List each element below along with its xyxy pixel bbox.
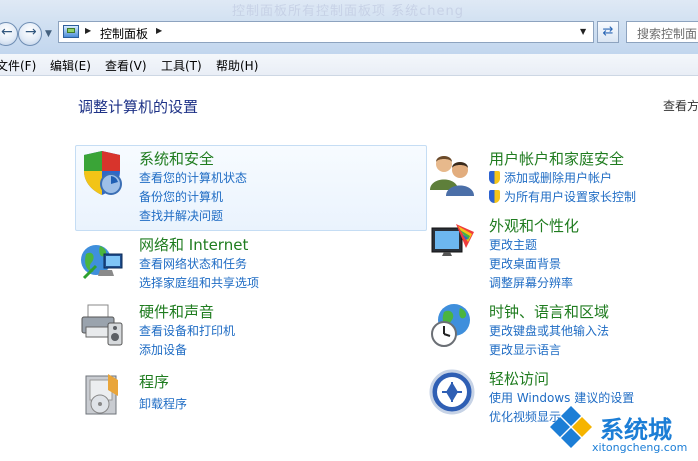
- page-title: 调整计算机的设置: [78, 98, 199, 116]
- menu-help[interactable]: 帮助(H): [216, 57, 258, 74]
- address-dropdown-icon[interactable]: ▼: [580, 27, 586, 36]
- menu-tools[interactable]: 工具(T): [161, 57, 202, 74]
- logo-url: xitongcheng.com: [592, 441, 688, 454]
- refresh-icon: ⇄: [602, 24, 614, 39]
- category-hardware-sound[interactable]: 硬件和声音: [139, 301, 214, 322]
- background-watermark: 控制面板所有控制面板项 系统cheng: [232, 4, 465, 19]
- link-troubleshoot[interactable]: 查找并解决问题: [139, 207, 223, 224]
- breadcrumb-separator-icon[interactable]: ▶: [85, 26, 91, 35]
- uac-shield-icon: [489, 171, 500, 184]
- link-parental-controls[interactable]: 为所有用户设置家长控制: [489, 188, 636, 205]
- category-user-accounts[interactable]: 用户帐户和家庭安全: [489, 148, 624, 169]
- link-uninstall-program[interactable]: 卸载程序: [139, 395, 187, 412]
- recent-pages-dropdown-icon[interactable]: ▼: [45, 29, 52, 39]
- link-backup-computer[interactable]: 备份您的计算机: [139, 188, 223, 205]
- menu-bar: 文件(F) 编辑(E) 查看(V) 工具(T) 帮助(H): [0, 54, 698, 76]
- category-network[interactable]: 网络和 Internet: [139, 234, 248, 255]
- appearance-monitor-icon[interactable]: [428, 218, 476, 266]
- breadcrumb-control-panel[interactable]: 控制面板: [100, 25, 148, 42]
- link-change-theme[interactable]: 更改主题: [489, 236, 537, 253]
- link-homegroup-sharing[interactable]: 选择家庭组和共享选项: [139, 274, 259, 291]
- link-add-remove-accounts-label: 添加或删除用户帐户: [504, 171, 613, 185]
- link-parental-controls-label: 为所有用户设置家长控制: [504, 190, 637, 204]
- clock-globe-icon[interactable]: [428, 300, 476, 348]
- title-bar: 控制面板所有控制面板项 系统cheng ← → ▼ ▶ 控制面板 ▶ ▼ ⇄ 搜…: [0, 0, 698, 54]
- category-programs[interactable]: 程序: [139, 371, 169, 392]
- xitongcheng-logo-icon: [550, 406, 592, 448]
- printer-hardware-icon[interactable]: [78, 301, 126, 349]
- category-appearance[interactable]: 外观和个性化: [489, 215, 579, 236]
- back-button[interactable]: ←: [0, 22, 18, 46]
- forward-button[interactable]: →: [18, 22, 42, 46]
- back-arrow-icon: ←: [1, 24, 13, 40]
- link-check-computer-status[interactable]: 查看您的计算机状态: [139, 169, 247, 186]
- forward-arrow-icon: →: [25, 24, 37, 40]
- category-system-security[interactable]: 系统和安全: [139, 148, 214, 169]
- link-network-status[interactable]: 查看网络状态和任务: [139, 255, 247, 272]
- ease-of-access-icon[interactable]: [428, 368, 476, 416]
- link-devices-printers[interactable]: 查看设备和打印机: [139, 322, 235, 339]
- link-change-keyboard[interactable]: 更改键盘或其他输入法: [489, 322, 609, 339]
- users-icon[interactable]: [428, 150, 476, 198]
- link-change-background[interactable]: 更改桌面背景: [489, 255, 561, 272]
- category-ease-of-access[interactable]: 轻松访问: [489, 368, 549, 389]
- hover-highlight: [75, 145, 427, 231]
- logo-name: 系统城: [600, 416, 672, 444]
- view-by-link[interactable]: 查看方: [663, 97, 698, 114]
- uac-shield-icon: [489, 190, 500, 203]
- security-shield-icon[interactable]: [78, 149, 126, 197]
- breadcrumb-separator-icon[interactable]: ▶: [156, 26, 162, 35]
- address-bar[interactable]: ▶ 控制面板 ▶ ▼: [58, 21, 594, 43]
- network-globe-icon[interactable]: [78, 236, 126, 284]
- link-screen-resolution[interactable]: 调整屏幕分辨率: [489, 274, 573, 291]
- search-placeholder: 搜索控制面: [637, 27, 698, 41]
- programs-box-icon[interactable]: [78, 370, 126, 418]
- refresh-button[interactable]: ⇄: [597, 21, 619, 43]
- control-panel-icon: [63, 25, 79, 38]
- search-input[interactable]: 搜索控制面: [626, 21, 698, 43]
- category-clock-language-region[interactable]: 时钟、语言和区域: [489, 301, 609, 322]
- menu-file[interactable]: 文件(F): [0, 57, 36, 74]
- link-add-device[interactable]: 添加设备: [139, 341, 187, 358]
- menu-view[interactable]: 查看(V): [105, 57, 147, 74]
- menu-edit[interactable]: 编辑(E): [50, 57, 91, 74]
- link-change-display-language[interactable]: 更改显示语言: [489, 341, 561, 358]
- link-add-remove-accounts[interactable]: 添加或删除用户帐户: [489, 169, 612, 186]
